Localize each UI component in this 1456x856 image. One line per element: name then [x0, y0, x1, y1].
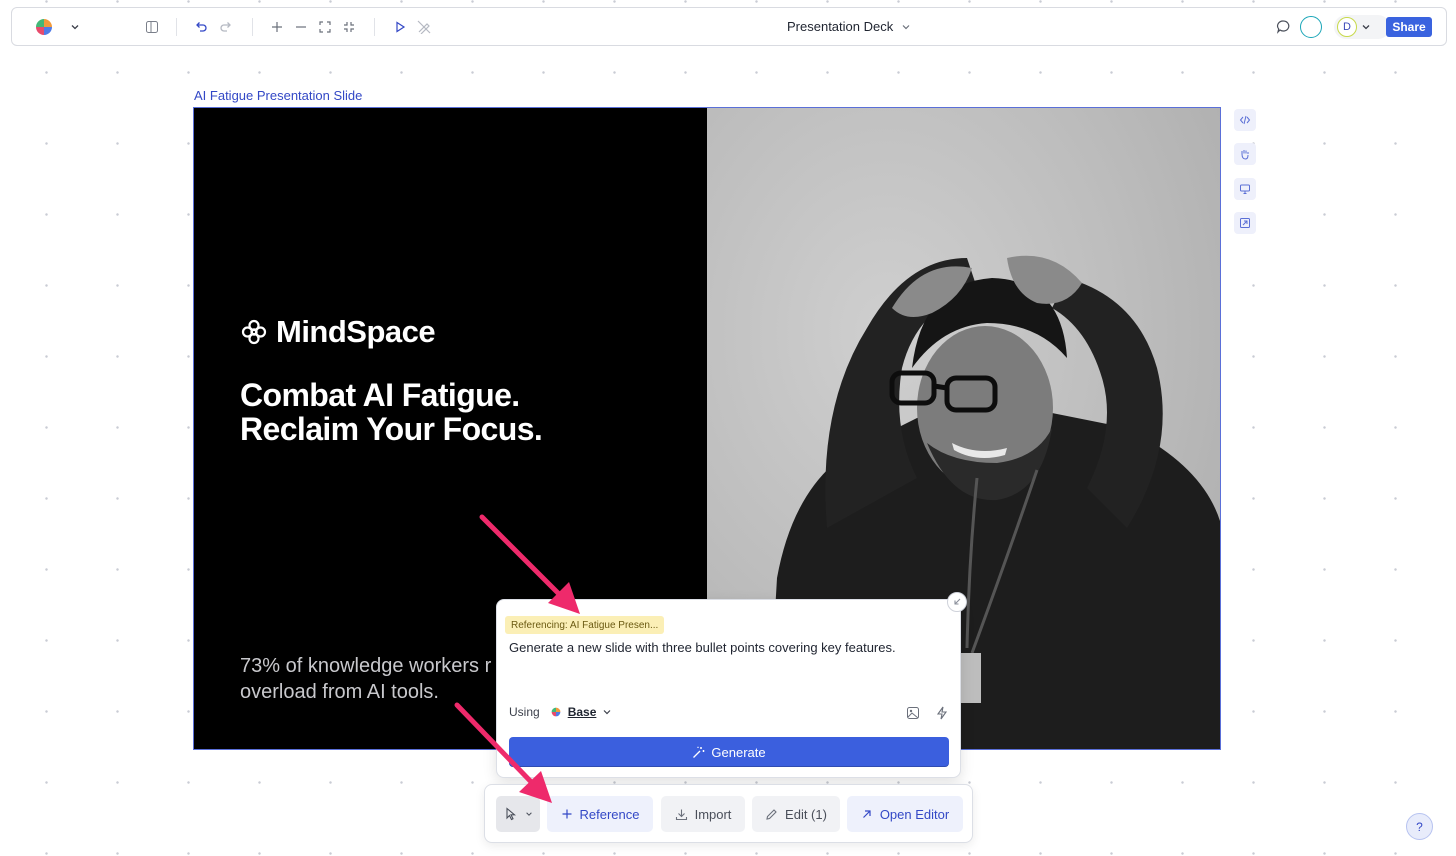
- draw-off-icon[interactable]: [415, 8, 433, 45]
- flower-logo-icon: [240, 318, 268, 346]
- title-chevron-down-icon[interactable]: [901, 22, 911, 32]
- plus-icon: [561, 808, 573, 820]
- top-toolbar: Presentation Deck D Share: [11, 7, 1447, 46]
- select-tool-button[interactable]: [496, 796, 540, 832]
- generate-prompt-popup: Referencing: AI Fatigue Presen... Genera…: [496, 599, 961, 778]
- open-editor-label: Open Editor: [879, 806, 950, 822]
- slide-brand: MindSpace: [240, 314, 436, 350]
- redo-icon[interactable]: [217, 8, 235, 45]
- user-chevron-down-icon: [1361, 22, 1371, 32]
- using-label: Using: [509, 705, 540, 719]
- model-name[interactable]: Base: [568, 705, 597, 719]
- model-chevron-down-icon[interactable]: [602, 707, 612, 717]
- reference-chip[interactable]: Referencing: AI Fatigue Presen...: [505, 616, 665, 634]
- hand-icon: [1239, 148, 1251, 160]
- collapse-view-icon[interactable]: [340, 8, 358, 45]
- edit-button[interactable]: Edit (1): [752, 796, 840, 832]
- zoom-in-icon[interactable]: [268, 8, 286, 45]
- share-button[interactable]: Share: [1386, 17, 1432, 37]
- open-external-button[interactable]: [1234, 212, 1256, 234]
- arrow-up-right-icon: [861, 808, 873, 820]
- play-icon[interactable]: [391, 8, 409, 45]
- collapse-arrow-icon: [952, 597, 962, 607]
- generate-label: Generate: [711, 744, 766, 760]
- collaborator-avatar[interactable]: [1300, 16, 1322, 38]
- headline-line-2: Reclaim Your Focus.: [240, 411, 543, 447]
- brand-name: MindSpace: [276, 314, 436, 349]
- collapse-popup-button[interactable]: [947, 592, 967, 612]
- frame-label[interactable]: AI Fatigue Presentation Slide: [194, 88, 362, 103]
- document-title[interactable]: Presentation Deck: [787, 8, 911, 45]
- open-editor-button[interactable]: Open Editor: [847, 796, 963, 832]
- image-upload-icon[interactable]: [905, 705, 921, 721]
- import-label: Import: [694, 806, 732, 822]
- bottom-toolbar: Reference Import Edit (1) Open Editor: [484, 784, 973, 843]
- magic-wand-icon: [692, 746, 705, 759]
- headline-line-1: Combat AI Fatigue.: [240, 377, 520, 413]
- model-selector[interactable]: Using Base: [509, 705, 612, 719]
- cursor-icon: [504, 807, 518, 821]
- code-icon: [1239, 114, 1251, 126]
- monitor-icon: [1239, 183, 1251, 195]
- model-logo-icon: [550, 706, 562, 718]
- user-avatar: D: [1337, 17, 1357, 37]
- user-menu[interactable]: D: [1334, 15, 1390, 39]
- sidebar-toggle-icon[interactable]: [143, 8, 161, 45]
- reference-button[interactable]: Reference: [547, 796, 653, 832]
- lightning-icon[interactable]: [934, 705, 950, 721]
- code-view-button[interactable]: [1234, 109, 1256, 131]
- expand-icon: [1239, 217, 1251, 229]
- pan-tool-button[interactable]: [1234, 143, 1256, 165]
- prompt-input[interactable]: Generate a new slide with three bullet p…: [509, 640, 896, 655]
- app-logo-icon[interactable]: [30, 8, 58, 45]
- undo-icon[interactable]: [192, 8, 210, 45]
- cursor-chevron-down-icon: [525, 810, 533, 818]
- help-button[interactable]: ?: [1406, 813, 1433, 840]
- slide-headline: Combat AI Fatigue. Reclaim Your Focus.: [240, 377, 543, 447]
- download-icon: [675, 808, 688, 821]
- present-button[interactable]: [1234, 178, 1256, 200]
- pencil-icon: [765, 808, 778, 821]
- edit-label: Edit (1): [785, 806, 827, 822]
- fit-screen-icon[interactable]: [316, 8, 334, 45]
- comment-icon[interactable]: [1274, 8, 1292, 45]
- zoom-out-icon[interactable]: [292, 8, 310, 45]
- reference-label: Reference: [579, 806, 640, 822]
- import-button[interactable]: Import: [661, 796, 745, 832]
- generate-button[interactable]: Generate: [509, 737, 949, 767]
- app-menu-chevron-icon[interactable]: [67, 8, 83, 45]
- document-title-text[interactable]: Presentation Deck: [787, 19, 893, 34]
